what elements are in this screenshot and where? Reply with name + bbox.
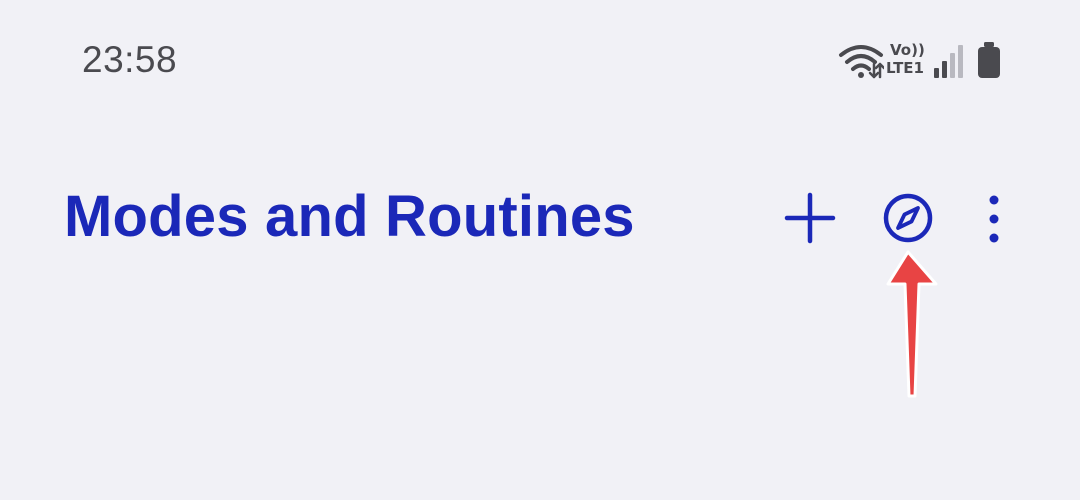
signal-icon bbox=[934, 45, 963, 78]
volte-lte-icon: Vo)) LTE1 bbox=[886, 42, 930, 76]
lte-label: LTE1 bbox=[886, 59, 924, 77]
more-vertical-icon bbox=[989, 195, 999, 243]
volte-label: Vo)) bbox=[890, 41, 925, 59]
more-options-button[interactable] bbox=[962, 186, 1026, 250]
plus-icon bbox=[784, 192, 836, 244]
status-time: 23:58 bbox=[82, 39, 178, 80]
battery-icon bbox=[978, 42, 1000, 78]
compass-icon bbox=[883, 193, 933, 243]
discover-button[interactable] bbox=[876, 186, 940, 250]
page-title: Modes and Routines bbox=[64, 184, 635, 249]
status-icons: Vo)) LTE1 bbox=[838, 40, 1008, 84]
wifi-icon bbox=[839, 45, 884, 79]
red-arrow-icon bbox=[886, 250, 938, 398]
add-button[interactable] bbox=[778, 186, 842, 250]
